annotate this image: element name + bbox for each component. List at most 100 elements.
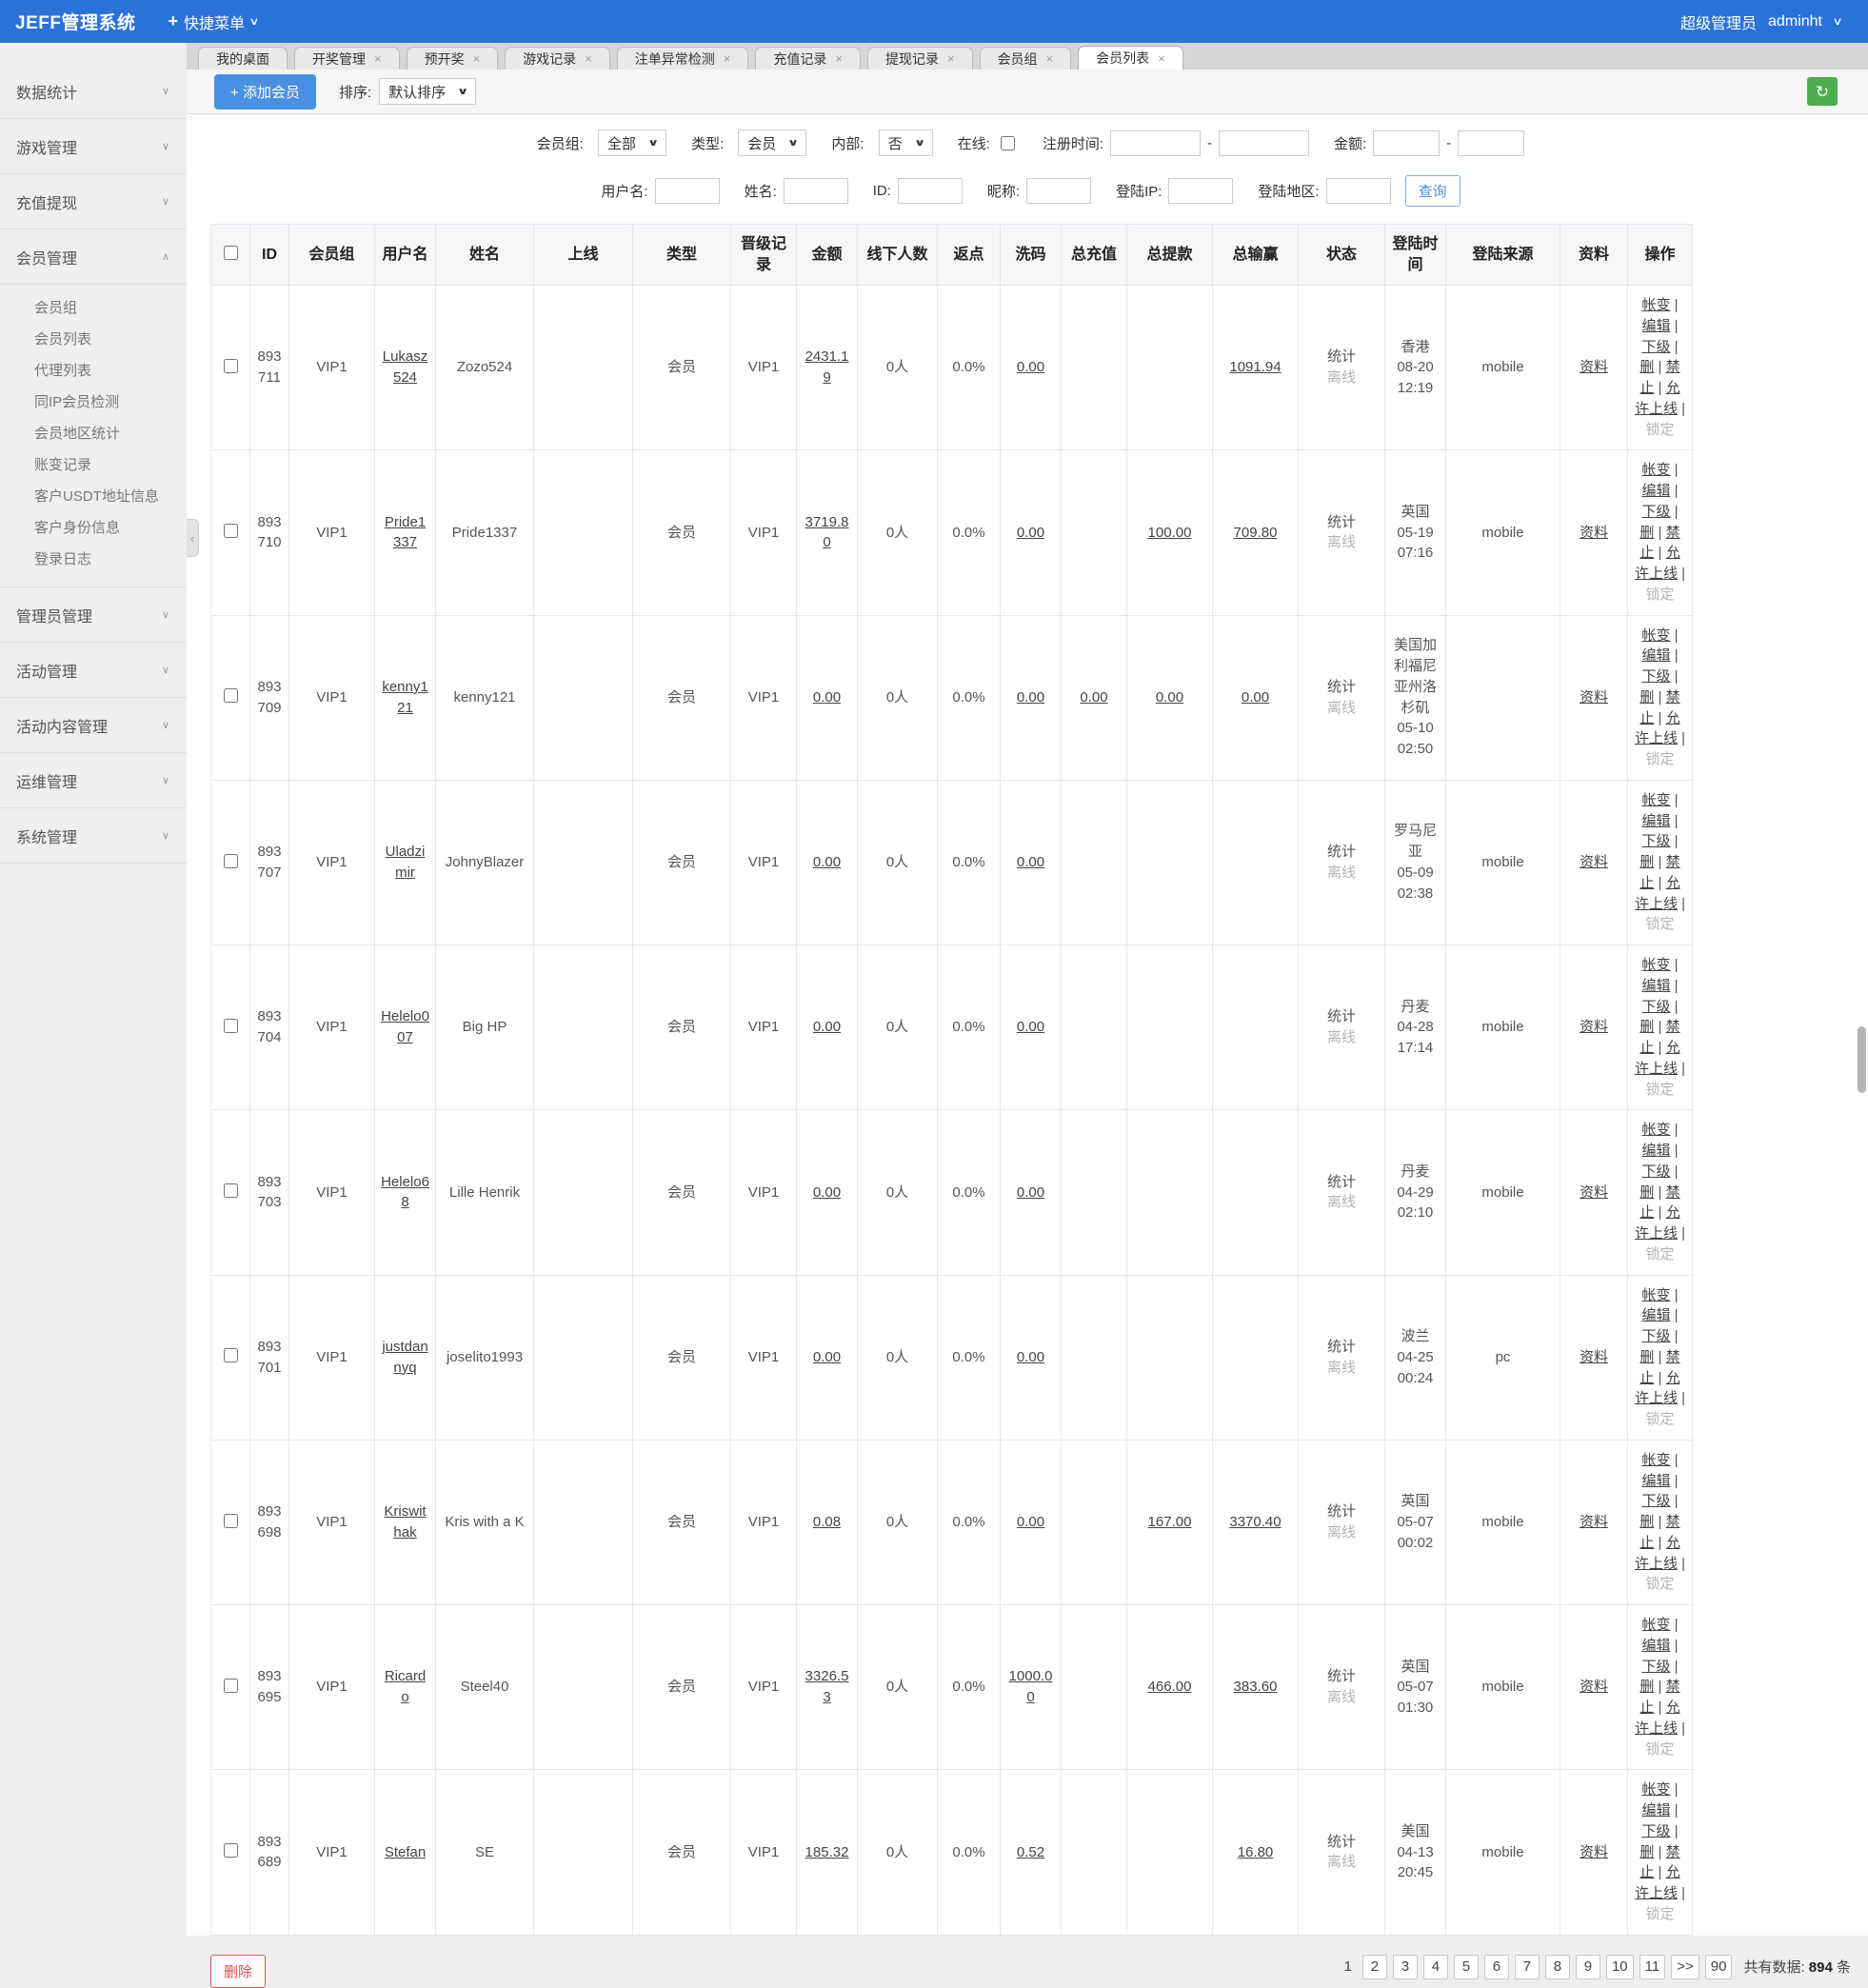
- select-all-checkbox[interactable]: [224, 246, 238, 260]
- username-filter-input[interactable]: [655, 178, 720, 204]
- username-link[interactable]: kenny121: [382, 679, 427, 716]
- profile-link[interactable]: 资料: [1580, 1679, 1608, 1695]
- username-link[interactable]: Helelo007: [381, 1008, 429, 1045]
- sidebar-subitem[interactable]: 代理列表: [0, 355, 187, 387]
- username-link[interactable]: Stefan: [385, 1844, 426, 1860]
- row-checkbox[interactable]: [224, 1019, 238, 1033]
- wash-link[interactable]: 0.52: [1017, 1844, 1044, 1860]
- page-button-7[interactable]: 7: [1515, 1955, 1540, 1979]
- wash-link[interactable]: 1000.00: [1009, 1668, 1053, 1705]
- op-link-1[interactable]: 编辑: [1641, 1143, 1670, 1159]
- ip-filter-input[interactable]: [1168, 178, 1233, 204]
- op-link-1[interactable]: 编辑: [1641, 813, 1670, 829]
- area-filter-input[interactable]: [1326, 178, 1391, 204]
- close-icon[interactable]: ×: [1046, 52, 1054, 65]
- username-link[interactable]: Lukasz524: [383, 348, 428, 386]
- tab-3[interactable]: 游戏记录×: [505, 47, 610, 70]
- winloss-link[interactable]: 709.80: [1234, 525, 1278, 541]
- page-button->>[interactable]: >>: [1671, 1955, 1699, 1979]
- sidebar-subitem[interactable]: 账变记录: [0, 449, 187, 481]
- sidebar-subitem[interactable]: 会员列表: [0, 324, 187, 355]
- sidebar-subitem[interactable]: 会员地区统计: [0, 418, 187, 449]
- profile-link[interactable]: 资料: [1580, 1349, 1608, 1365]
- vertical-scrollbar-thumb[interactable]: [1858, 1026, 1866, 1093]
- profile-link[interactable]: 资料: [1580, 689, 1608, 706]
- op-link-2[interactable]: 下级: [1641, 1163, 1670, 1180]
- wash-link[interactable]: 0.00: [1017, 1184, 1044, 1201]
- amount-link[interactable]: 0.00: [813, 854, 841, 870]
- name-filter-input[interactable]: [784, 178, 848, 204]
- close-icon[interactable]: ×: [1158, 52, 1165, 65]
- page-button-3[interactable]: 3: [1393, 1955, 1418, 1979]
- sidebar-subitem[interactable]: 客户身份信息: [0, 512, 187, 544]
- sidebar-item-8[interactable]: 系统管理∨: [0, 808, 187, 864]
- op-link-0[interactable]: 帐变: [1641, 1287, 1670, 1303]
- sidebar-item-2[interactable]: 充值提现∨: [0, 174, 187, 229]
- amount-from-input[interactable]: [1373, 130, 1440, 156]
- page-button-10[interactable]: 10: [1606, 1955, 1634, 1979]
- amount-link[interactable]: 185.32: [805, 1844, 849, 1860]
- username-link[interactable]: Ricardo: [385, 1668, 426, 1705]
- group-filter-select[interactable]: 全部∨: [598, 129, 666, 156]
- amount-link[interactable]: 3719.80: [805, 514, 849, 551]
- username-link[interactable]: Helelo68: [381, 1174, 429, 1211]
- op-link-1[interactable]: 编辑: [1641, 647, 1670, 664]
- withdraw-link[interactable]: 0.00: [1156, 689, 1183, 706]
- id-filter-input[interactable]: [898, 178, 963, 204]
- amount-link[interactable]: 0.00: [813, 1349, 841, 1365]
- op-link-2[interactable]: 下级: [1641, 504, 1670, 520]
- sidebar-item-6[interactable]: 活动内容管理∨: [0, 698, 187, 753]
- op-link-0[interactable]: 帐变: [1641, 792, 1670, 808]
- op-link-1[interactable]: 编辑: [1641, 978, 1670, 994]
- withdraw-link[interactable]: 466.00: [1148, 1679, 1192, 1695]
- withdraw-link[interactable]: 100.00: [1148, 525, 1192, 541]
- internal-filter-select[interactable]: 否∨: [879, 129, 933, 156]
- username-link[interactable]: Pride1337: [385, 514, 426, 551]
- row-checkbox[interactable]: [224, 854, 238, 868]
- row-checkbox[interactable]: [224, 1843, 238, 1858]
- op-link-0[interactable]: 帐变: [1641, 297, 1670, 313]
- op-link-0[interactable]: 帐变: [1641, 1617, 1670, 1633]
- delete-button[interactable]: 删除: [210, 1955, 266, 1988]
- sidebar-subitem[interactable]: 会员组: [0, 292, 187, 324]
- profile-link[interactable]: 资料: [1580, 359, 1608, 375]
- op-link-0[interactable]: 帐变: [1641, 1122, 1670, 1138]
- winloss-link[interactable]: 1091.94: [1229, 359, 1281, 375]
- tab-8[interactable]: 会员列表×: [1078, 46, 1183, 70]
- regtime-from-input[interactable]: [1110, 130, 1201, 156]
- op-link-3[interactable]: 删: [1639, 1514, 1654, 1530]
- op-link-0[interactable]: 帐变: [1641, 1781, 1670, 1798]
- winloss-link[interactable]: 383.60: [1234, 1679, 1278, 1695]
- close-icon[interactable]: ×: [835, 52, 843, 65]
- query-button[interactable]: 查询: [1405, 175, 1461, 207]
- op-link-1[interactable]: 编辑: [1641, 318, 1670, 334]
- username-link[interactable]: Kriswithak: [384, 1503, 426, 1541]
- op-link-2[interactable]: 下级: [1641, 1493, 1670, 1509]
- refresh-button[interactable]: ↻: [1807, 77, 1838, 106]
- op-link-2[interactable]: 下级: [1641, 833, 1670, 849]
- op-link-2[interactable]: 下级: [1641, 339, 1670, 355]
- page-button-4[interactable]: 4: [1423, 1955, 1448, 1979]
- profile-link[interactable]: 资料: [1580, 1514, 1608, 1530]
- op-link-1[interactable]: 编辑: [1641, 1307, 1670, 1323]
- op-link-3[interactable]: 删: [1639, 1349, 1654, 1365]
- close-icon[interactable]: ×: [724, 52, 731, 65]
- tab-4[interactable]: 注单异常检测×: [617, 47, 749, 70]
- page-button-5[interactable]: 5: [1454, 1955, 1479, 1979]
- profile-link[interactable]: 资料: [1580, 1184, 1608, 1201]
- tab-5[interactable]: 充值记录×: [755, 47, 861, 70]
- amount-link[interactable]: 0.00: [813, 1184, 841, 1201]
- op-link-3[interactable]: 删: [1639, 359, 1654, 375]
- op-link-1[interactable]: 编辑: [1641, 1473, 1670, 1489]
- profile-link[interactable]: 资料: [1580, 525, 1608, 541]
- page-button-8[interactable]: 8: [1545, 1955, 1570, 1979]
- op-link-3[interactable]: 删: [1639, 854, 1654, 870]
- recharge-link[interactable]: 0.00: [1080, 689, 1107, 706]
- winloss-link[interactable]: 0.00: [1242, 689, 1269, 706]
- sidebar-subitem[interactable]: 同IP会员检测: [0, 387, 187, 418]
- page-button-90[interactable]: 90: [1705, 1955, 1733, 1979]
- op-link-0[interactable]: 帐变: [1641, 462, 1670, 478]
- row-checkbox[interactable]: [224, 1183, 238, 1198]
- winloss-link[interactable]: 3370.40: [1229, 1514, 1281, 1530]
- amount-to-input[interactable]: [1458, 130, 1524, 156]
